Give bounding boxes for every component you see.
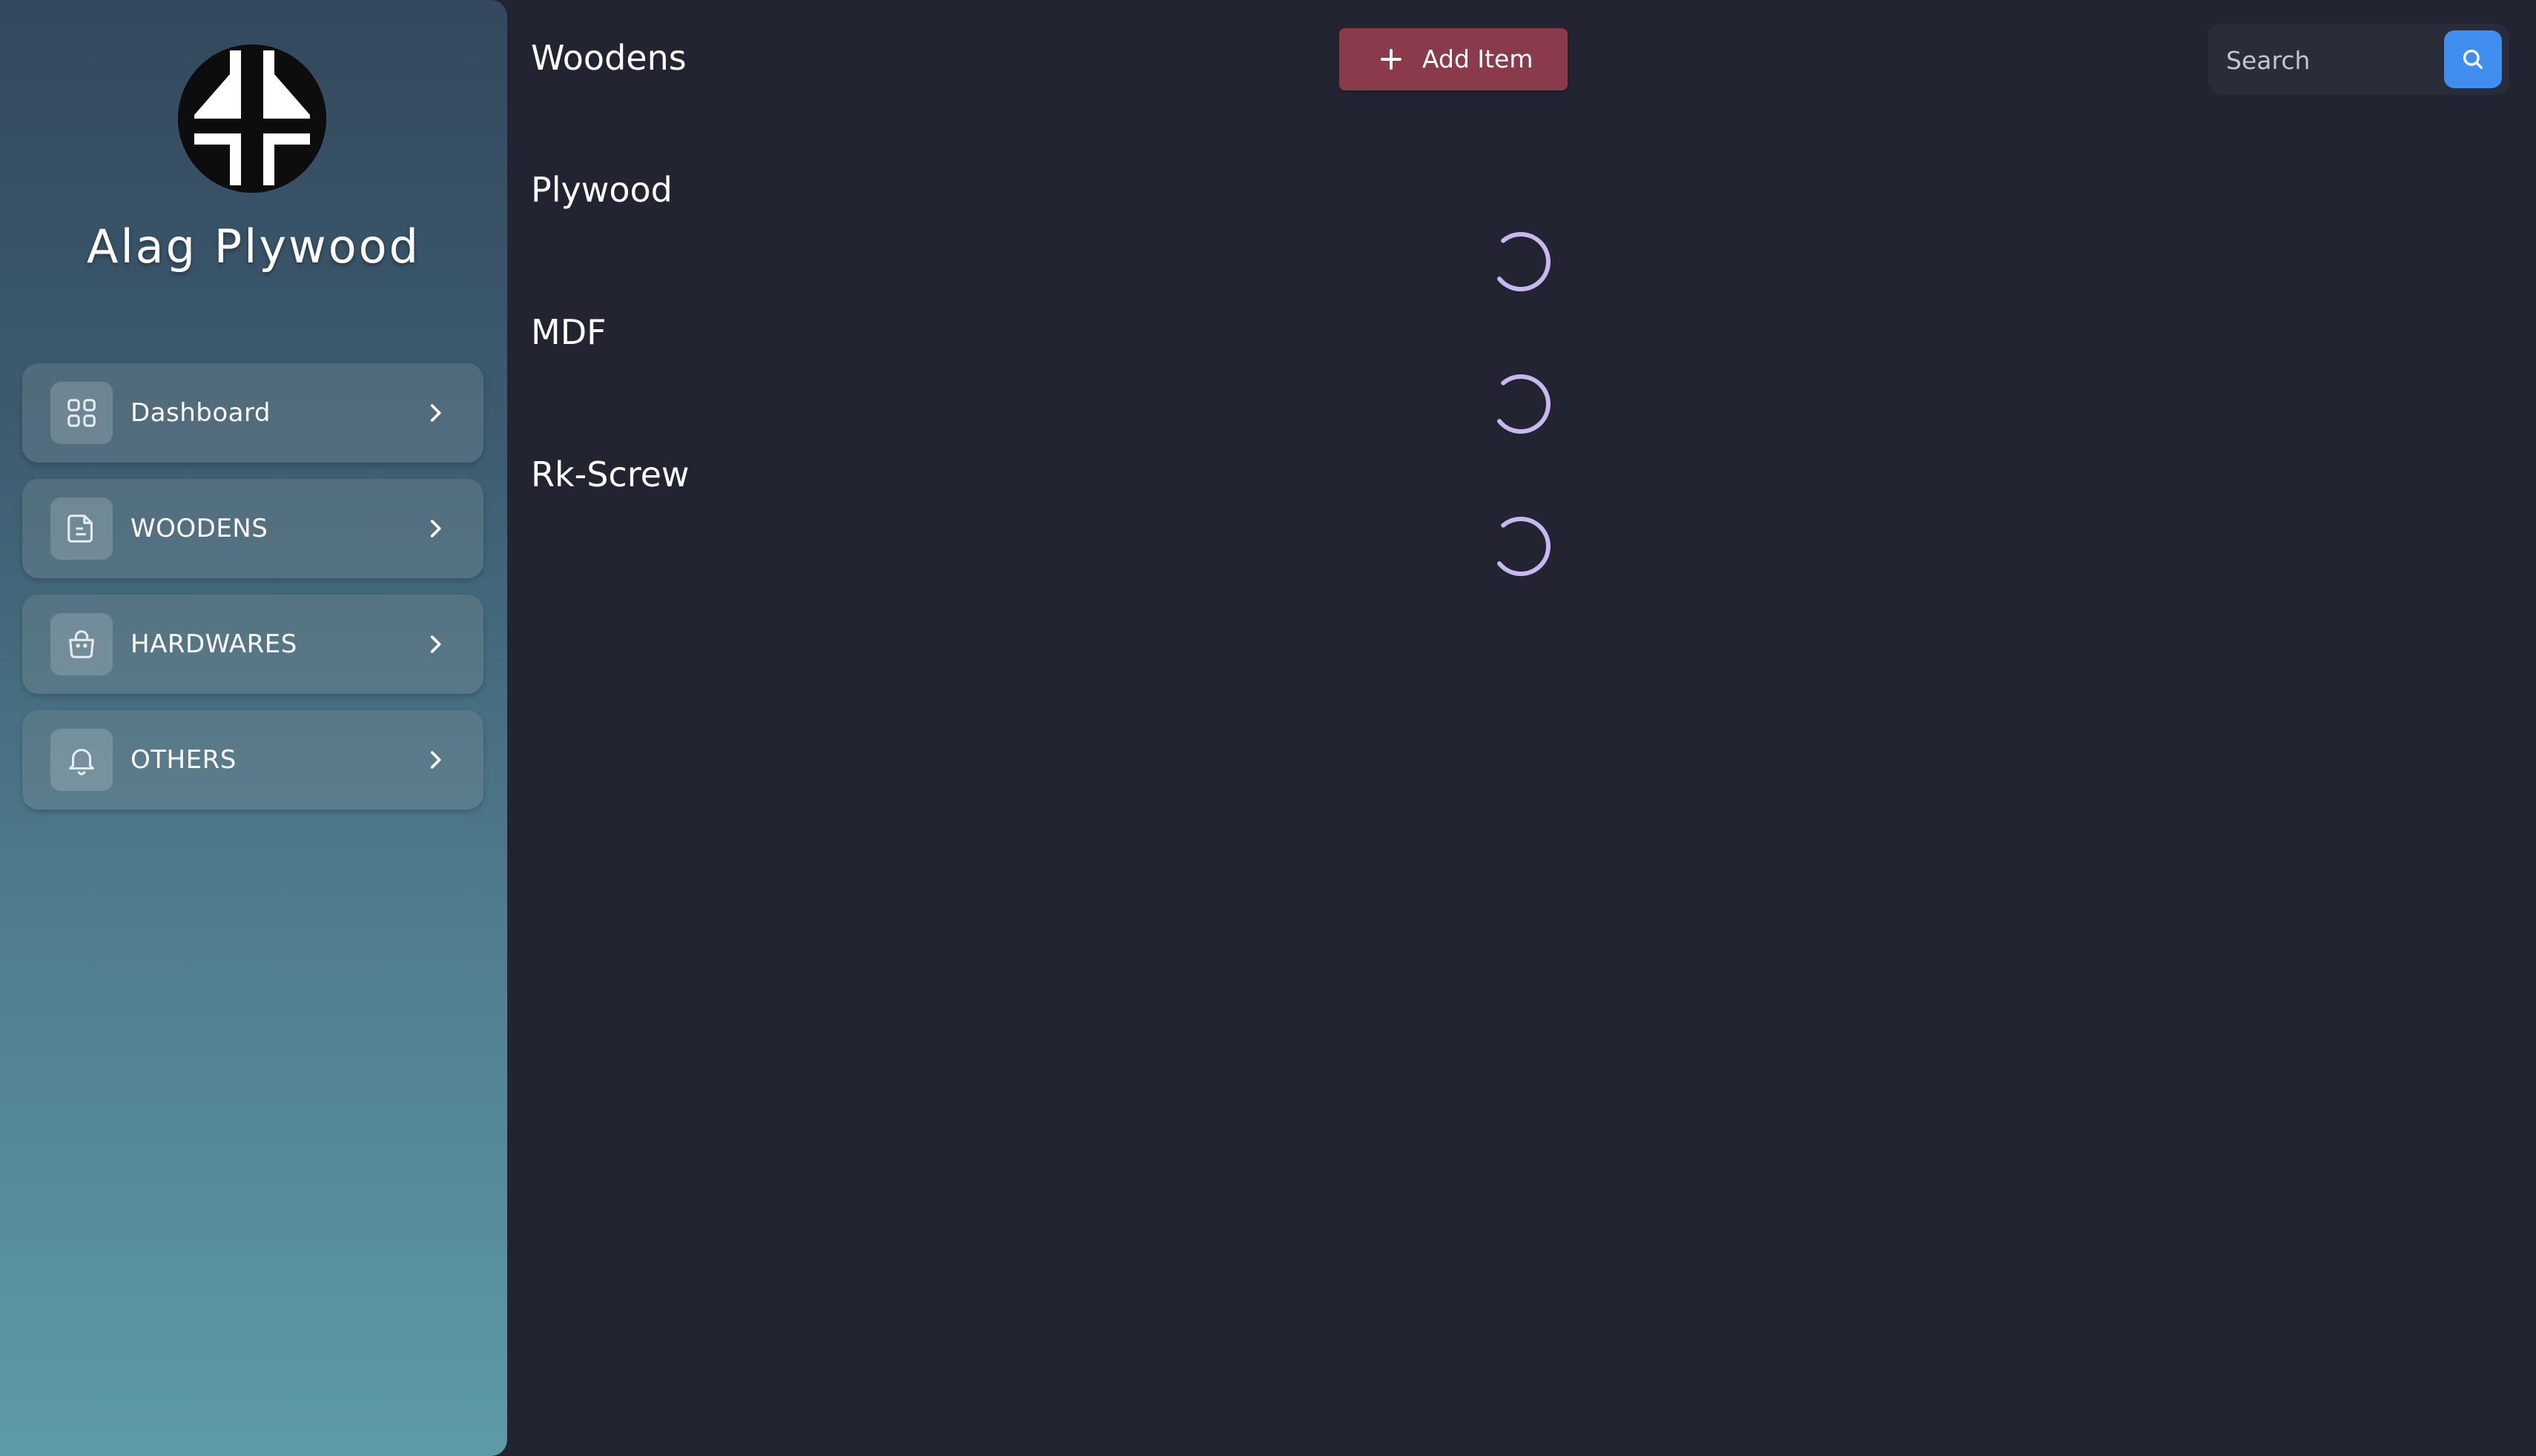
search-input[interactable] xyxy=(2225,37,2420,83)
search-button[interactable] xyxy=(2444,30,2502,88)
plus-icon xyxy=(1378,46,1404,73)
add-item-label: Add Item xyxy=(1422,44,1533,73)
sidebar-item-label: WOODENS xyxy=(131,514,268,543)
sidebar-item-label: Dashboard xyxy=(131,398,271,428)
section-title-plywood: Plywood xyxy=(531,170,673,210)
search-icon xyxy=(2463,49,2483,70)
bell-icon xyxy=(50,729,113,791)
section-title-rk-screw: Rk-Screw xyxy=(531,454,690,494)
shopping-bag-icon xyxy=(50,613,113,675)
chevron-right-icon xyxy=(423,400,448,426)
brand-logo xyxy=(178,44,326,193)
brand-name: Alag Plywood xyxy=(87,219,420,274)
sidebar-item-dashboard[interactable]: Dashboard xyxy=(22,363,483,463)
sidebar-item-hardwares[interactable]: HARDWARES xyxy=(22,595,483,694)
page-title: Woodens xyxy=(531,38,687,78)
chevron-right-icon xyxy=(423,632,448,657)
add-item-button[interactable]: Add Item xyxy=(1339,28,1568,90)
document-icon xyxy=(50,497,113,560)
sidebar-item-label: HARDWARES xyxy=(131,629,297,659)
sidebar-item-others[interactable]: OTHERS xyxy=(22,710,483,810)
loading-spinner-icon xyxy=(1489,230,1553,294)
chevron-right-icon xyxy=(423,516,448,541)
loading-spinner-icon xyxy=(1489,514,1553,578)
sidebar-item-woodens[interactable]: WOODENS xyxy=(22,479,483,578)
logo-emblem-icon xyxy=(178,44,326,193)
section-title-mdf: MDF xyxy=(531,312,607,352)
sidebar-item-label: OTHERS xyxy=(131,745,237,775)
chevron-right-icon xyxy=(423,747,448,772)
loading-spinner-icon xyxy=(1489,372,1553,436)
sidebar: Alag Plywood Dashboard WOODENS HARDWARES… xyxy=(0,0,507,1456)
search-box xyxy=(2208,24,2509,95)
app-root: Alag Plywood Dashboard WOODENS HARDWARES… xyxy=(0,0,2536,1456)
dashboard-grid-icon xyxy=(50,382,113,444)
